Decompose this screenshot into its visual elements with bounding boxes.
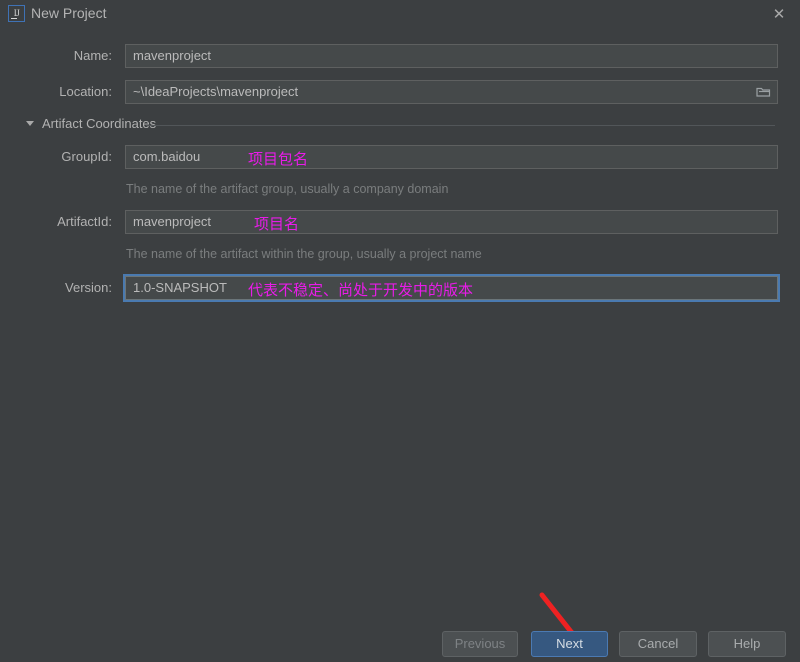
previous-button[interactable]: Previous xyxy=(442,631,518,657)
group-id-row: GroupId: com.baidou xyxy=(0,145,800,169)
artifact-coordinates-label: Artifact Coordinates xyxy=(42,116,157,131)
section-divider xyxy=(146,125,775,126)
artifact-id-row: ArtifactId: mavenproject xyxy=(0,210,800,234)
artifact-id-annotation: 项目名 xyxy=(254,215,300,233)
cancel-button[interactable]: Cancel xyxy=(619,631,697,657)
artifact-id-helper-text: The name of the artifact within the grou… xyxy=(126,247,482,261)
location-row: Location: ~\IdeaProjects\mavenproject xyxy=(0,80,800,104)
window-title: New Project xyxy=(31,5,107,21)
location-label: Location: xyxy=(59,84,112,99)
help-button[interactable]: Help xyxy=(708,631,786,657)
intellij-idea-icon: IJ xyxy=(8,5,25,22)
close-icon[interactable]: ✕ xyxy=(766,3,792,25)
next-button[interactable]: Next xyxy=(531,631,608,657)
name-row: Name: mavenproject xyxy=(0,44,800,68)
group-id-label: GroupId: xyxy=(61,149,112,164)
folder-icon[interactable] xyxy=(749,81,777,103)
name-input[interactable]: mavenproject xyxy=(125,44,778,68)
group-id-annotation: 项目包名 xyxy=(248,150,309,168)
version-annotation: 代表不稳定、尚处于开发中的版本 xyxy=(248,281,474,299)
name-label: Name: xyxy=(73,48,112,63)
title-bar: IJ New Project ✕ xyxy=(0,0,800,28)
group-id-input[interactable]: com.baidou xyxy=(125,145,778,169)
artifact-coordinates-section-header[interactable]: Artifact Coordinates xyxy=(0,116,800,134)
chevron-down-icon[interactable] xyxy=(26,121,34,126)
location-input[interactable]: ~\IdeaProjects\mavenproject xyxy=(125,80,778,104)
version-label: Version: xyxy=(65,280,112,295)
artifact-id-label: ArtifactId: xyxy=(57,214,112,229)
group-id-helper-text: The name of the artifact group, usually … xyxy=(126,182,449,196)
artifact-id-input[interactable]: mavenproject xyxy=(125,210,778,234)
location-input-value: ~\IdeaProjects\mavenproject xyxy=(133,84,299,99)
